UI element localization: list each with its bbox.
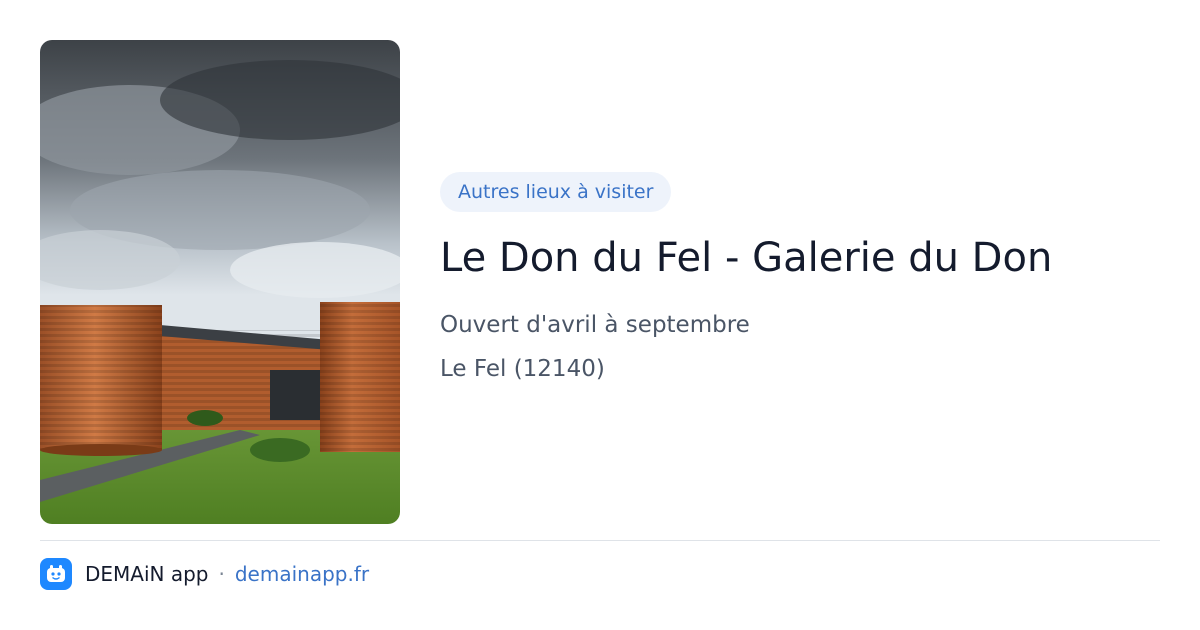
footer-divider [40, 540, 1160, 541]
footer-separator: · [218, 562, 225, 586]
schedule-text: Ouvert d'avril à septembre [440, 312, 750, 338]
gallery-building-photo [40, 40, 400, 524]
venue-photo [40, 40, 400, 524]
demain-logo-icon[interactable] [40, 558, 72, 590]
venue-title[interactable]: Le Don du Fel - Galerie du Don [440, 234, 1160, 282]
app-domain-link[interactable]: demainapp.fr [235, 562, 369, 586]
footer: DEMAiN app · demainapp.fr [40, 558, 369, 590]
category-badge[interactable]: Autres lieux à visiter [440, 172, 672, 212]
app-name: DEMAiN app [85, 562, 209, 586]
venue-info: Autres lieux à visiter Le Don du Fel - G… [440, 172, 1160, 384]
location-text: Le Fel (12140) [440, 356, 605, 382]
